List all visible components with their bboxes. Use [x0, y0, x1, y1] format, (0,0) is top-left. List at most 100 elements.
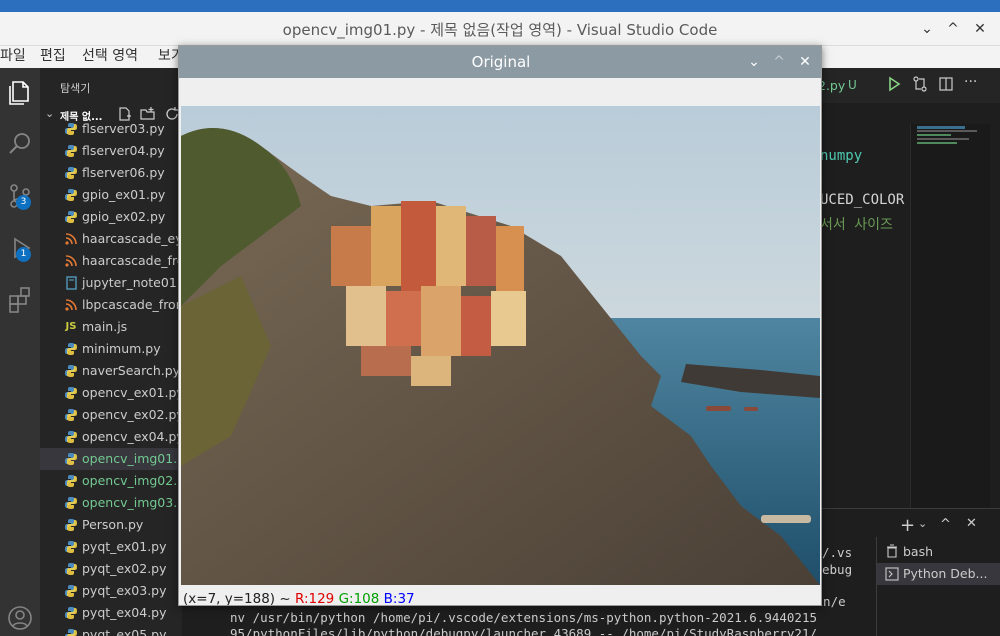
opencv-image-canvas[interactable] — [181, 106, 820, 585]
account-icon[interactable] — [4, 602, 36, 634]
explorer-icon[interactable] — [4, 76, 36, 108]
file-name: opencv_img01.... — [82, 451, 182, 466]
file-row[interactable]: flserver03.py — [40, 118, 182, 140]
explorer-header: 탐색기 — [60, 82, 91, 95]
file-row[interactable]: opencv_ex01.py — [40, 382, 182, 404]
split-editor-icon[interactable] — [938, 76, 954, 96]
more-actions-icon[interactable]: ··· — [964, 74, 977, 90]
file-row[interactable]: JS main.js — [40, 316, 182, 338]
file-row[interactable]: gpio_ex01.py — [40, 184, 182, 206]
file-row[interactable]: pyqt_ex01.py — [40, 536, 182, 558]
desktop-strip — [0, 0, 1000, 12]
file-name: flserver06.py — [82, 165, 165, 180]
file-list: flserver03.py flserver04.py flserver06.py g… — [40, 118, 182, 636]
rss-icon — [64, 254, 78, 268]
terminal-line: nv /usr/bin/python /home/pi/.vscode/exte… — [230, 610, 817, 625]
file-row[interactable]: haarcascade_fro — [40, 250, 182, 272]
source-control-icon[interactable]: 3 — [4, 180, 36, 212]
file-name: opencv_img02.... — [82, 473, 182, 488]
file-row[interactable]: haarcascade_eye — [40, 228, 182, 250]
python-icon — [64, 210, 78, 224]
menu-file[interactable]: 파일 — [0, 46, 26, 66]
file-name: pyqt_ex03.py — [82, 583, 167, 598]
python-icon — [64, 496, 78, 510]
file-row[interactable]: pyqt_ex03.py — [40, 580, 182, 602]
python-icon — [64, 540, 78, 554]
file-row[interactable]: lbpcascade_front — [40, 294, 182, 316]
menu-selection[interactable]: 선택 영역 — [82, 46, 138, 66]
file-row[interactable]: jupyter_note01.ip — [40, 272, 182, 294]
run-icon[interactable] — [887, 76, 901, 96]
menu-edit[interactable]: 편집 — [40, 46, 66, 66]
file-row[interactable]: minimum.py — [40, 338, 182, 360]
file-row[interactable]: flserver04.py — [40, 140, 182, 162]
extensions-icon[interactable] — [4, 284, 36, 316]
close-button[interactable]: ✕ — [971, 20, 989, 38]
file-name: flserver04.py — [82, 143, 165, 158]
python-icon — [64, 562, 78, 576]
file-row[interactable]: opencv_ex04.py — [40, 426, 182, 448]
file-row[interactable]: pyqt_ex05.py — [40, 624, 182, 636]
file-name: gpio_ex01.py — [82, 187, 166, 202]
python-icon — [64, 408, 78, 422]
file-row[interactable]: opencv_img02.... — [40, 470, 182, 492]
status-coordinates: (x=7, y=188) ~ — [183, 591, 291, 606]
file-name: Person.py — [82, 517, 144, 532]
search-icon[interactable] — [4, 128, 36, 160]
close-panel-icon[interactable]: ✕ — [966, 516, 977, 531]
file-row[interactable]: naverSearch.py — [40, 360, 182, 382]
file-row[interactable]: Person.py — [40, 514, 182, 536]
maximize-panel-icon[interactable]: ^ — [940, 517, 951, 532]
file-name: pyqt_ex01.py — [82, 539, 167, 554]
terminal-line: /.vs — [822, 545, 853, 560]
opencv-original-window[interactable]: Original ⌄ ^ ✕ (x=7, y=188) ~ R:129 G:10… — [178, 45, 822, 606]
terminal-line: ebug — [822, 562, 853, 577]
compare-changes-icon[interactable] — [912, 76, 928, 96]
python-icon — [64, 606, 78, 620]
opencv-minimize-button[interactable]: ⌄ — [745, 53, 763, 71]
terminal-icon — [885, 567, 899, 584]
code-fragment-comment: 서서 사이즈 — [820, 217, 893, 233]
run-debug-icon[interactable]: 1 — [4, 232, 36, 264]
explorer-sidebar: 탐색기 ⌄ 제목 없... flserver03.py flserver04.py… — [40, 68, 182, 636]
terminal-item-python-debug[interactable]: Python Deb... — [877, 563, 1000, 585]
file-name: flserver03.py — [82, 121, 165, 136]
opencv-close-button[interactable]: ✕ — [796, 53, 814, 71]
terminal-item-label: bash — [903, 544, 934, 559]
minimize-button[interactable]: ⌄ — [918, 20, 936, 38]
file-row[interactable]: opencv_ex02.py — [40, 404, 182, 426]
file-name: gpio_ex02.py — [82, 209, 166, 224]
file-name: minimum.py — [82, 341, 161, 356]
rss-icon — [64, 298, 78, 312]
status-red-value: R:129 — [294, 591, 335, 606]
file-name: haarcascade_fro — [82, 253, 182, 268]
file-row[interactable]: flserver06.py — [40, 162, 182, 184]
minimap[interactable] — [910, 124, 990, 508]
file-row[interactable]: opencv_img01.... — [40, 448, 182, 470]
file-row[interactable]: gpio_ex02.py — [40, 206, 182, 228]
file-row[interactable]: pyqt_ex02.py — [40, 558, 182, 580]
terminal-line: 95/pythonFiles/lib/python/debugpy/launch… — [230, 626, 817, 636]
python-icon — [64, 430, 78, 444]
trash-icon — [885, 544, 899, 561]
opencv-title-bar[interactable]: Original ⌄ ^ ✕ — [179, 46, 821, 78]
terminal-dropdown-icon[interactable]: ⌄ — [918, 517, 927, 530]
maximize-button[interactable]: ^ — [944, 20, 962, 38]
opencv-window-title: Original — [471, 53, 531, 71]
file-name: main.js — [82, 319, 128, 334]
python-icon — [64, 122, 78, 136]
notebook-icon — [64, 276, 78, 290]
terminal-list: bash Python Deb... — [876, 537, 1000, 636]
python-icon — [64, 144, 78, 158]
window-title: opencv_img01.py - 제목 없음(작업 영역) - Visual … — [282, 21, 718, 39]
activity-bar: 3 1 — [0, 68, 40, 636]
terminal-item-bash[interactable]: bash — [877, 541, 1000, 563]
tab-status-untracked: U — [848, 78, 857, 92]
file-row[interactable]: pyqt_ex04.py — [40, 602, 182, 624]
file-row[interactable]: opencv_img03.... — [40, 492, 182, 514]
new-terminal-icon[interactable]: + — [900, 515, 915, 536]
file-name: opencv_img03.... — [82, 495, 182, 510]
python-icon — [64, 342, 78, 356]
opencv-maximize-button[interactable]: ^ — [770, 53, 788, 71]
editor-tab-label[interactable]: 2.py — [818, 78, 845, 93]
